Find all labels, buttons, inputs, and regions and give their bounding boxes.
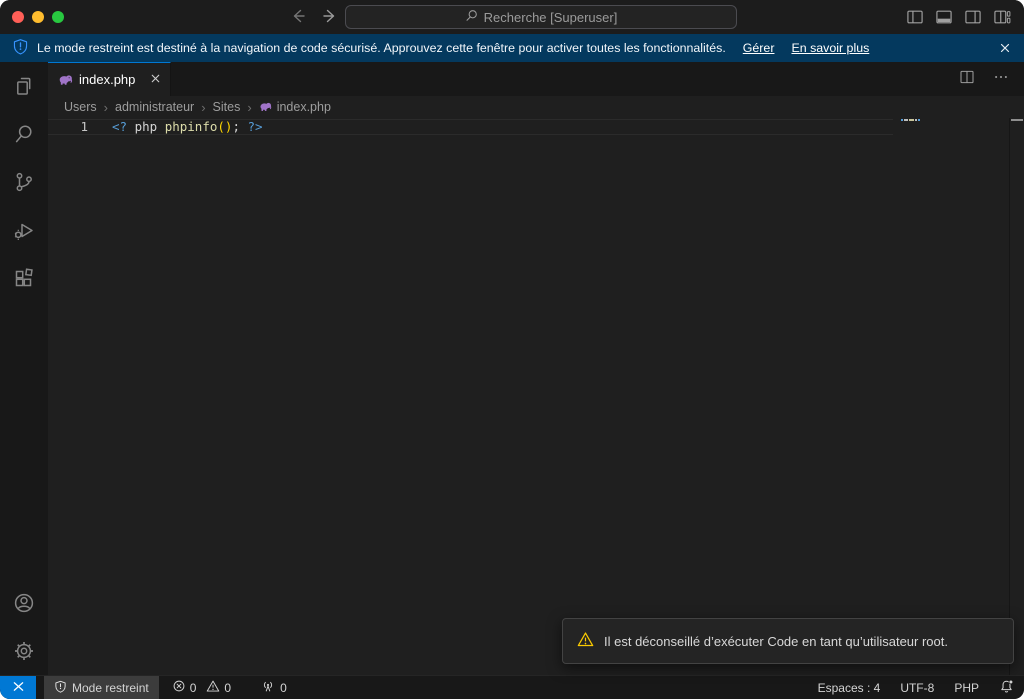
php-icon bbox=[58, 71, 73, 89]
shield-icon bbox=[54, 680, 67, 696]
toggle-secondary-sidebar-icon[interactable] bbox=[963, 7, 983, 32]
minimap-code-line bbox=[901, 119, 920, 121]
error-count: 0 bbox=[190, 681, 197, 695]
more-actions-icon[interactable] bbox=[992, 68, 1010, 91]
code-token: <? bbox=[112, 119, 127, 134]
code-line[interactable]: <? php phpinfo(); ?> bbox=[112, 120, 263, 134]
code-token: ?> bbox=[248, 119, 263, 134]
restricted-mode-status[interactable]: Mode restreint bbox=[44, 676, 159, 699]
warning-count: 0 bbox=[224, 681, 231, 695]
remote-icon bbox=[11, 679, 26, 697]
editor-group: index.php Users › administrat bbox=[48, 62, 1024, 675]
banner-message: Le mode restreint est destiné à la navig… bbox=[37, 41, 726, 55]
indentation-status[interactable]: Espaces : 4 bbox=[808, 676, 891, 699]
ports-status[interactable]: 0 bbox=[253, 676, 295, 699]
code-editor[interactable]: 1 <? php phpinfo(); ?> bbox=[48, 118, 1024, 675]
remote-indicator[interactable] bbox=[0, 676, 36, 699]
back-icon[interactable] bbox=[288, 6, 308, 26]
breadcrumb-item[interactable]: Sites bbox=[213, 100, 241, 114]
cursor-position-mark bbox=[1011, 119, 1023, 121]
code-token: ; bbox=[232, 119, 240, 134]
notification-message: Il est déconseillé d’exécuter Code en ta… bbox=[604, 634, 948, 649]
zoom-window-button[interactable] bbox=[52, 11, 64, 23]
search-placeholder: Recherche [Superuser] bbox=[484, 10, 618, 25]
tab-label: index.php bbox=[79, 72, 143, 87]
code-token: php bbox=[127, 119, 165, 134]
command-center-search[interactable]: Recherche [Superuser] bbox=[345, 5, 737, 29]
indentation-label: Espaces : 4 bbox=[818, 681, 881, 695]
shield-icon bbox=[12, 38, 29, 58]
breadcrumb: Users › administrateur › Sites › index.p… bbox=[48, 96, 1024, 118]
radio-tower-icon bbox=[261, 679, 275, 696]
activity-bar bbox=[0, 62, 48, 675]
warning-icon bbox=[206, 679, 220, 696]
forward-icon[interactable] bbox=[320, 6, 340, 26]
notifications-bell[interactable] bbox=[989, 676, 1024, 699]
search-view-icon[interactable] bbox=[0, 110, 48, 158]
error-icon bbox=[172, 679, 186, 696]
notification-toast[interactable]: Il est déconseillé d’exécuter Code en ta… bbox=[562, 618, 1014, 664]
toggle-panel-icon[interactable] bbox=[934, 7, 954, 32]
minimize-window-button[interactable] bbox=[32, 11, 44, 23]
minimap[interactable] bbox=[893, 118, 1010, 675]
code-token bbox=[240, 119, 248, 134]
extensions-icon[interactable] bbox=[0, 254, 48, 302]
close-window-button[interactable] bbox=[12, 11, 24, 23]
breadcrumb-item[interactable]: Users bbox=[64, 100, 97, 114]
breadcrumb-item[interactable]: index.php bbox=[277, 100, 331, 114]
ports-count: 0 bbox=[280, 681, 287, 695]
chevron-right-icon: › bbox=[247, 100, 251, 115]
language-mode-status[interactable]: PHP bbox=[944, 676, 989, 699]
gear-icon[interactable] bbox=[0, 627, 48, 675]
status-bar: Mode restreint 0 0 0 Espaces : 4 UTF-8 bbox=[0, 675, 1024, 699]
line-number: 1 bbox=[48, 120, 88, 134]
language-label: PHP bbox=[954, 681, 979, 695]
traffic-lights bbox=[12, 11, 64, 23]
vscode-window: Recherche [Superuser] Le mode restreint … bbox=[0, 0, 1024, 699]
explorer-icon[interactable] bbox=[0, 62, 48, 110]
customize-layout-icon[interactable] bbox=[992, 7, 1012, 32]
tab-close-icon[interactable] bbox=[149, 72, 162, 88]
code-token: phpinfo bbox=[165, 119, 218, 134]
banner-close-icon[interactable] bbox=[998, 41, 1012, 55]
php-icon bbox=[259, 99, 272, 115]
bell-icon bbox=[999, 679, 1014, 697]
breadcrumb-item[interactable]: administrateur bbox=[115, 100, 194, 114]
toggle-sidebar-icon[interactable] bbox=[905, 7, 925, 32]
tab-index-php[interactable]: index.php bbox=[48, 62, 171, 96]
banner-learn-more-link[interactable]: En savoir plus bbox=[791, 41, 869, 55]
account-icon[interactable] bbox=[0, 579, 48, 627]
problems-status[interactable]: 0 0 bbox=[164, 676, 245, 699]
title-bar: Recherche [Superuser] bbox=[0, 0, 1024, 34]
chevron-right-icon: › bbox=[201, 100, 205, 115]
restricted-mode-banner: Le mode restreint est destiné à la navig… bbox=[0, 34, 1024, 62]
split-editor-icon[interactable] bbox=[958, 68, 976, 91]
overview-ruler-scrollbar[interactable] bbox=[1009, 118, 1024, 675]
banner-manage-link[interactable]: Gérer bbox=[743, 41, 775, 55]
code-token: ( bbox=[217, 119, 225, 134]
warning-icon bbox=[577, 631, 594, 651]
restricted-mode-label: Mode restreint bbox=[72, 681, 149, 695]
search-icon bbox=[465, 9, 478, 25]
chevron-right-icon: › bbox=[104, 100, 108, 115]
source-control-icon[interactable] bbox=[0, 158, 48, 206]
encoding-status[interactable]: UTF-8 bbox=[890, 676, 944, 699]
encoding-label: UTF-8 bbox=[900, 681, 934, 695]
run-debug-icon[interactable] bbox=[0, 206, 48, 254]
tab-bar: index.php bbox=[48, 62, 1024, 96]
